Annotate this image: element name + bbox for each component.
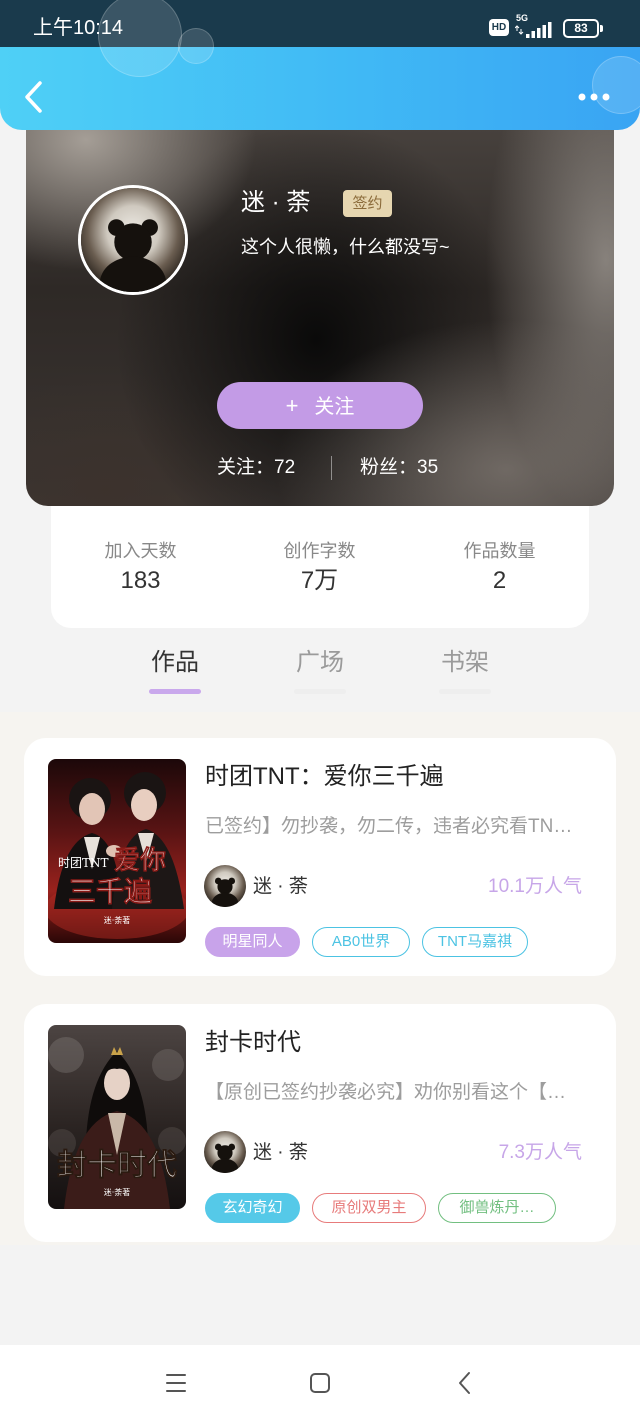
author-avatar xyxy=(204,865,246,907)
cover-text: 时团TNT xyxy=(58,856,109,870)
stat-value: 183 xyxy=(120,567,161,594)
stat-label: 创作字数 xyxy=(283,541,356,561)
teddy-bear-avatar-icon xyxy=(81,188,185,292)
book-cover-art: 封卡时代 迷·荼著 xyxy=(48,1025,186,1209)
work-title: 封卡时代 xyxy=(205,1029,301,1056)
cover-text: 封卡时代 xyxy=(57,1148,177,1183)
work-title: 时团TNT：爱你三千遍 xyxy=(205,763,444,790)
battery-nub xyxy=(600,25,603,32)
home-button[interactable] xyxy=(300,1363,340,1403)
app-header xyxy=(0,47,640,130)
following-value: 72 xyxy=(274,457,296,478)
profile-bio: 这个人很懒，什么都没写~ xyxy=(241,237,450,257)
system-back-button[interactable] xyxy=(445,1363,485,1403)
work-card[interactable]: 时团TNT 爱你 三千遍 迷·荼著 时团TNT：爱你三千遍 已签约】勿抄袭，勿二… xyxy=(24,738,616,976)
genre-tag[interactable]: AB0世界 xyxy=(312,927,410,957)
battery-icon: 83 xyxy=(563,19,599,38)
author-name: 迷 · 荼 xyxy=(253,876,308,897)
popularity-count: 7.3万人气 xyxy=(498,1142,582,1163)
signed-badge: 签约 xyxy=(343,190,392,217)
follow-button-label: 关注 xyxy=(314,396,355,418)
tab-label: 书架 xyxy=(441,649,489,676)
status-time: 上午10:14 xyxy=(33,17,124,39)
author-stats-card: 加入天数 183 创作字数 7万 作品数量 2 xyxy=(51,490,589,628)
stat-value: 7万 xyxy=(300,567,339,594)
followers-label: 粉丝： xyxy=(360,457,418,478)
tab-underline xyxy=(294,689,346,694)
cover-text: 三千遍 xyxy=(68,875,152,908)
back-button[interactable] xyxy=(18,77,52,117)
tab-bookshelf[interactable]: 书架 xyxy=(415,640,515,700)
genre-tag[interactable]: 玄幻奇幻 xyxy=(205,1193,300,1223)
tab-label: 作品 xyxy=(151,649,199,676)
stat-label: 作品数量 xyxy=(463,541,536,561)
tab-square[interactable]: 广场 xyxy=(270,640,370,700)
popularity-count: 10.1万人气 xyxy=(488,876,582,897)
following-label: 关注： xyxy=(217,457,275,478)
more-button[interactable] xyxy=(572,85,616,109)
tab-underline xyxy=(149,689,201,694)
author-name: 迷 · 荼 xyxy=(253,1142,308,1163)
chevron-left-icon xyxy=(25,81,42,113)
tab-underline xyxy=(439,689,491,694)
tab-works[interactable]: 作品 xyxy=(125,640,225,700)
follow-button[interactable]: + 关注 xyxy=(217,382,423,429)
tab-label: 广场 xyxy=(296,649,344,676)
teddy-bear-avatar-icon xyxy=(204,1131,246,1173)
book-cover: 时团TNT 爱你 三千遍 迷·荼著 xyxy=(48,759,186,943)
menu-icon xyxy=(166,1374,186,1392)
book-cover: 封卡时代 迷·荼著 xyxy=(48,1025,186,1209)
genre-tag[interactable]: 原创双男主 xyxy=(312,1193,426,1223)
genre-tag[interactable]: 御兽炼丹… xyxy=(438,1193,556,1223)
status-bar: 上午10:14 HD 5G 83 xyxy=(0,0,640,47)
stat-word-count: 创作字数 7万 xyxy=(230,490,409,628)
profile-avatar[interactable] xyxy=(78,185,188,295)
following-count[interactable]: 关注：72 xyxy=(217,455,295,481)
home-square-icon xyxy=(310,1373,330,1393)
plus-icon: + xyxy=(285,393,299,418)
cover-byline: 迷·荼著 xyxy=(104,1187,131,1197)
recent-apps-button[interactable] xyxy=(156,1363,196,1403)
hd-icon: HD xyxy=(489,19,509,36)
cover-byline: 迷·荼著 xyxy=(104,915,131,925)
teddy-bear-avatar-icon xyxy=(204,865,246,907)
signal-icon xyxy=(515,22,552,38)
book-cover-art: 时团TNT 爱你 三千遍 迷·荼著 xyxy=(48,759,186,943)
work-description: 已签约】勿抄袭，勿二传，违者必究看TN… xyxy=(205,816,573,837)
genre-tag[interactable]: 明星同人 xyxy=(205,927,300,957)
back-chevron-icon xyxy=(459,1372,470,1394)
stat-divider xyxy=(331,456,332,480)
followers-value: 35 xyxy=(417,457,439,478)
stat-value: 2 xyxy=(492,567,507,594)
system-navigation-bar xyxy=(0,1345,640,1422)
work-card[interactable]: 封卡时代 迷·荼著 封卡时代 【原创已签约抄袭必究】劝你别看这个【… 迷 · 荼… xyxy=(24,1004,616,1242)
profile-name: 迷 · 荼 xyxy=(241,189,311,216)
author-avatar xyxy=(204,1131,246,1173)
profile-card: 迷 · 荼 签约 这个人很懒，什么都没写~ + 关注 关注：72 粉丝：35 xyxy=(26,110,614,506)
more-horizontal-icon xyxy=(578,93,610,101)
stat-join-days: 加入天数 183 xyxy=(51,490,230,628)
work-description: 【原创已签约抄袭必究】劝你别看这个【… xyxy=(205,1082,567,1103)
stat-label: 加入天数 xyxy=(104,541,177,561)
genre-tag[interactable]: TNT马嘉祺 xyxy=(422,927,528,957)
stat-works-count: 作品数量 2 xyxy=(410,490,589,628)
followers-count[interactable]: 粉丝：35 xyxy=(360,455,438,481)
cover-text: 爱你 xyxy=(114,846,166,876)
